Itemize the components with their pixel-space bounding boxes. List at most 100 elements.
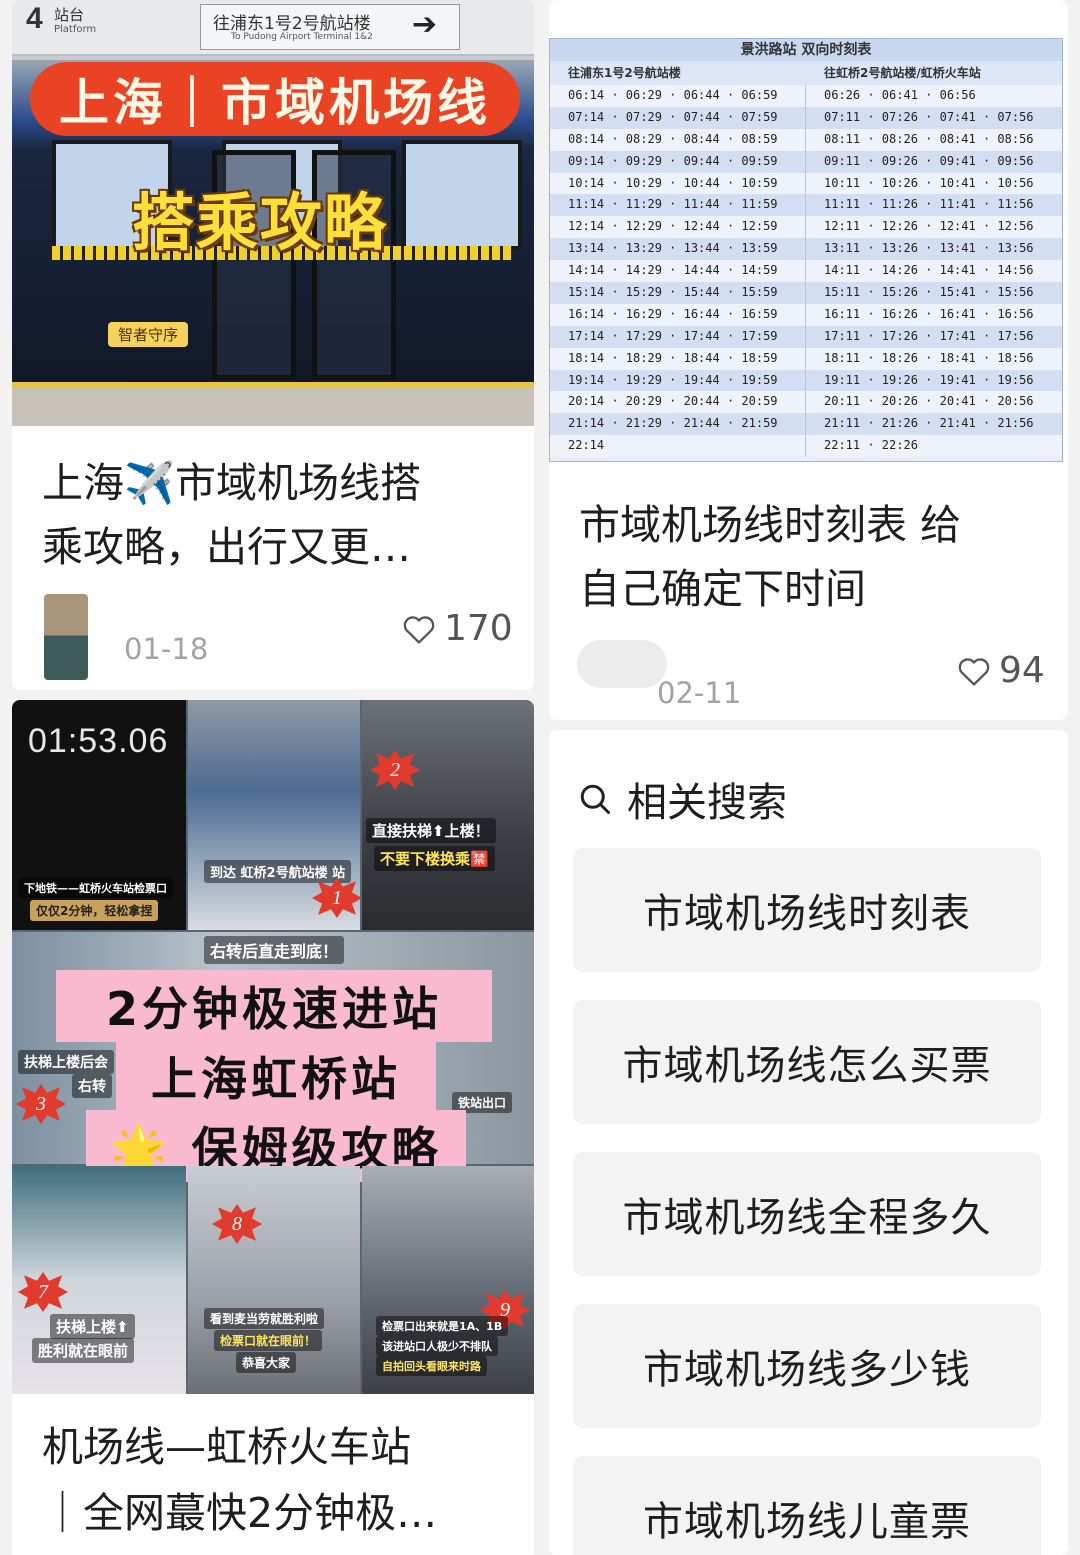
- timetable-cell-right: 20:11 · 20:26 · 20:41 · 20:56: [824, 394, 1034, 409]
- note-cover-image[interactable]: 4 站台 Platform 往浦东1号2号航站楼 To Pudong Airpo…: [12, 0, 534, 426]
- photo-tile: 7 扶梯上楼⬆ 胜利就在眼前: [12, 1166, 186, 1394]
- timetable-cell-left: 21:14 · 21:29 · 21:44 · 21:59: [550, 413, 806, 436]
- timetable-cell-left: 14:14 · 14:29 · 14:44 · 14:59: [550, 260, 806, 283]
- avatar[interactable]: [577, 640, 667, 688]
- direction-sign: 往浦东1号2号航站楼 To Pudong Airport Terminal 1&…: [200, 4, 460, 50]
- step-badge: 2: [370, 750, 420, 790]
- timetable-row: 22:14 22:11 · 22:26: [550, 435, 1062, 458]
- timetable-row: 12:14 · 12:29 · 12:44 · 12:59 12:11 · 12:…: [550, 216, 1062, 239]
- related-search-item[interactable]: 市域机场线儿童票: [573, 1456, 1041, 1555]
- timetable-cell-left: 07:14 · 07:29 · 07:44 · 07:59: [550, 106, 806, 129]
- caption: 自拍回头看眼来时路: [376, 1356, 487, 1376]
- timetable-cell-left: 09:14 · 09:29 · 09:44 · 09:59: [550, 150, 806, 173]
- caption: 该进站口人极少不排队: [376, 1336, 498, 1356]
- pink-banner: 上海虹桥站: [116, 1040, 436, 1112]
- timetable-cell-left: 11:14 · 11:29 · 11:44 · 11:59: [550, 194, 806, 217]
- cover-subheadline: 搭乘攻略: [132, 186, 389, 259]
- note-cover-image[interactable]: 景洪路站 双向时刻表 往浦东1号2号航站楼 往虹桥2号航站楼/虹桥火车站 06:…: [549, 38, 1063, 462]
- cover-headline: 上海｜市域机场线: [30, 62, 520, 136]
- timetable-cell-right: 21:11 · 21:26 · 21:41 · 21:56: [824, 416, 1034, 431]
- like-count: 170: [444, 608, 513, 649]
- caption: 不要下楼换乘🈲: [374, 846, 495, 871]
- timetable-cell-right: 08:11 · 08:26 · 08:41 · 08:56: [824, 131, 1034, 146]
- platform-floor: [12, 382, 534, 426]
- timetable-cell-left: 10:14 · 10:29 · 10:44 · 10:59: [550, 172, 806, 195]
- note-title-line1[interactable]: 上海✈️市域机场线搭: [42, 452, 421, 514]
- timetable-cell-right: 06:26 · 06:41 · 06:56: [824, 88, 976, 102]
- timetable-cell-right: 10:11 · 10:26 · 10:41 · 10:56: [824, 175, 1034, 190]
- timetable-row: 18:14 · 18:29 · 18:44 · 18:59 18:11 · 18:…: [550, 347, 1062, 370]
- search-icon: [580, 784, 610, 814]
- note-card[interactable]: 景洪路站 双向时刻表 往浦东1号2号航站楼 往虹桥2号航站楼/虹桥火车站 06:…: [549, 0, 1068, 720]
- related-search-item[interactable]: 市域机场线多少钱: [573, 1304, 1041, 1428]
- caption: 下地铁——虹桥火车站检票口: [18, 878, 173, 898]
- caption: 胜利就在眼前: [32, 1338, 135, 1363]
- caption: 右转后直走到底！: [204, 936, 345, 964]
- note-card[interactable]: 01:53.06 下地铁——虹桥火车站检票口 仅仅2分钟，轻松拿捏 到达 虹桥2…: [12, 700, 534, 1555]
- like-button[interactable]: 94: [957, 650, 1045, 691]
- like-button[interactable]: 170: [402, 608, 513, 649]
- caption: 检票口出来就是1A、1B: [376, 1316, 509, 1336]
- timetable-cell-right: 11:11 · 11:26 · 11:41 · 11:56: [824, 197, 1034, 212]
- photo-tile: 9 检票口出来就是1A、1B 该进站口人极少不排队 自拍回头看眼来时路: [362, 1166, 534, 1394]
- stopwatch-time: 01:53.06: [28, 722, 169, 760]
- step-badge: 1: [312, 878, 360, 918]
- timetable-cell-right: 16:11 · 16:26 · 16:41 · 16:56: [824, 306, 1034, 321]
- avatar[interactable]: [44, 594, 88, 680]
- timetable-cell-right: 22:11 · 22:26: [824, 438, 918, 453]
- timetable-cell-left: 20:14 · 20:29 · 20:44 · 20:59: [550, 391, 806, 414]
- note-title-line2[interactable]: 自己确定下时间: [579, 558, 866, 620]
- timetable-cell-left: 12:14 · 12:29 · 12:44 · 12:59: [550, 216, 806, 239]
- timetable-cell-right: 18:11 · 18:26 · 18:41 · 18:56: [824, 350, 1034, 365]
- note-cover-image[interactable]: 01:53.06 下地铁——虹桥火车站检票口 仅仅2分钟，轻松拿捏 到达 虹桥2…: [12, 700, 534, 1394]
- caption: 仅仅2分钟，轻松拿捏: [30, 900, 159, 921]
- timetable-row: 09:14 · 09:29 · 09:44 · 09:59 09:11 · 09:…: [550, 150, 1062, 173]
- timetable-cell-left: 13:14 · 13:29 · 13:44 · 13:59: [550, 238, 806, 261]
- timetable-cell-left: 15:14 · 15:29 · 15:44 · 15:59: [550, 282, 806, 304]
- timetable-cell-right: 15:11 · 15:26 · 15:41 · 15:56: [824, 285, 1034, 300]
- timetable-row: 17:14 · 17:29 · 17:44 · 17:59 17:11 · 17:…: [550, 325, 1062, 348]
- timetable-row: 10:14 · 10:29 · 10:44 · 10:59 10:11 · 10:…: [550, 172, 1062, 195]
- timetable-header-left: 往浦东1号2号航站楼: [568, 66, 681, 80]
- timetable-cell-right: 09:11 · 09:26 · 09:41 · 09:56: [824, 153, 1034, 168]
- note-date: 02-11: [657, 676, 742, 710]
- timetable-cell-right: 14:11 · 14:26 · 14:41 · 14:56: [824, 263, 1034, 278]
- related-search-item[interactable]: 市域机场线时刻表: [573, 848, 1041, 972]
- pink-banner: 2分钟极速进站: [56, 970, 492, 1042]
- timetable-body: 06:14 · 06:29 · 06:44 · 06:59 06:26 · 06:…: [550, 85, 1062, 458]
- related-search-card: 相关搜索 市域机场线时刻表 市域机场线怎么买票 市域机场线全程多久 市域机场线多…: [549, 730, 1068, 1555]
- photo-tile: 到达 虹桥2号航站楼 站 1: [188, 700, 360, 930]
- timetable-cell-left: 08:14 · 08:29 · 08:44 · 08:59: [550, 128, 806, 151]
- platform-number: 4: [26, 2, 43, 35]
- caption: 直接扶梯⬆上楼！: [366, 818, 496, 843]
- timetable-cell-left: 06:14 · 06:29 · 06:44 · 06:59: [550, 85, 806, 107]
- mascot-label: 智者守序: [108, 322, 189, 347]
- heart-icon: [958, 657, 990, 686]
- timetable-cell-right: 17:11 · 17:26 · 17:41 · 17:56: [824, 328, 1034, 343]
- caption: 扶梯上楼后会: [18, 1050, 114, 1074]
- arrow-right-icon: ➔: [411, 7, 437, 42]
- caption: 恭喜大家: [236, 1352, 297, 1373]
- timetable-cell-left: 18:14 · 18:29 · 18:44 · 18:59: [550, 347, 806, 370]
- note-title-line2[interactable]: 乘攻略，出行又更…: [42, 516, 411, 578]
- related-search-item[interactable]: 市域机场线全程多久: [573, 1152, 1041, 1276]
- photo-tile: 2 直接扶梯⬆上楼！ 不要下楼换乘🈲: [362, 700, 534, 930]
- timetable-cell-left: 22:14: [550, 435, 806, 458]
- note-card[interactable]: 4 站台 Platform 往浦东1号2号航站楼 To Pudong Airpo…: [12, 0, 534, 690]
- related-search-header: 相关搜索: [577, 770, 787, 828]
- timetable-title: 景洪路站 双向时刻表: [550, 39, 1062, 61]
- step-badge: 8: [212, 1204, 262, 1244]
- timetable-row: 07:14 · 07:29 · 07:44 · 07:59 07:11 · 07:…: [550, 106, 1062, 129]
- note-date: 01-18: [124, 632, 209, 666]
- related-search-item[interactable]: 市域机场线怎么买票: [573, 1000, 1041, 1124]
- platform-label-en: Platform: [54, 24, 97, 35]
- photo-tile: 8 看到麦当劳就胜利啦 检票口就在眼前！ 恭喜大家: [188, 1166, 360, 1394]
- heart-icon: [403, 615, 435, 644]
- timetable-cell-left: 17:14 · 17:29 · 17:44 · 17:59: [550, 325, 806, 348]
- note-title-line2[interactable]: ｜全网蕞快2分钟极…: [42, 1482, 437, 1544]
- timetable-cell-left: 19:14 · 19:29 · 19:44 · 19:59: [550, 369, 806, 392]
- note-title-line1[interactable]: 市域机场线时刻表 给: [579, 494, 961, 556]
- timetable-row: 16:14 · 16:29 · 16:44 · 16:59 16:11 · 16:…: [550, 303, 1062, 326]
- note-title-line1[interactable]: 机场线—虹桥火车站: [42, 1416, 411, 1478]
- step-badge: 3: [16, 1084, 66, 1124]
